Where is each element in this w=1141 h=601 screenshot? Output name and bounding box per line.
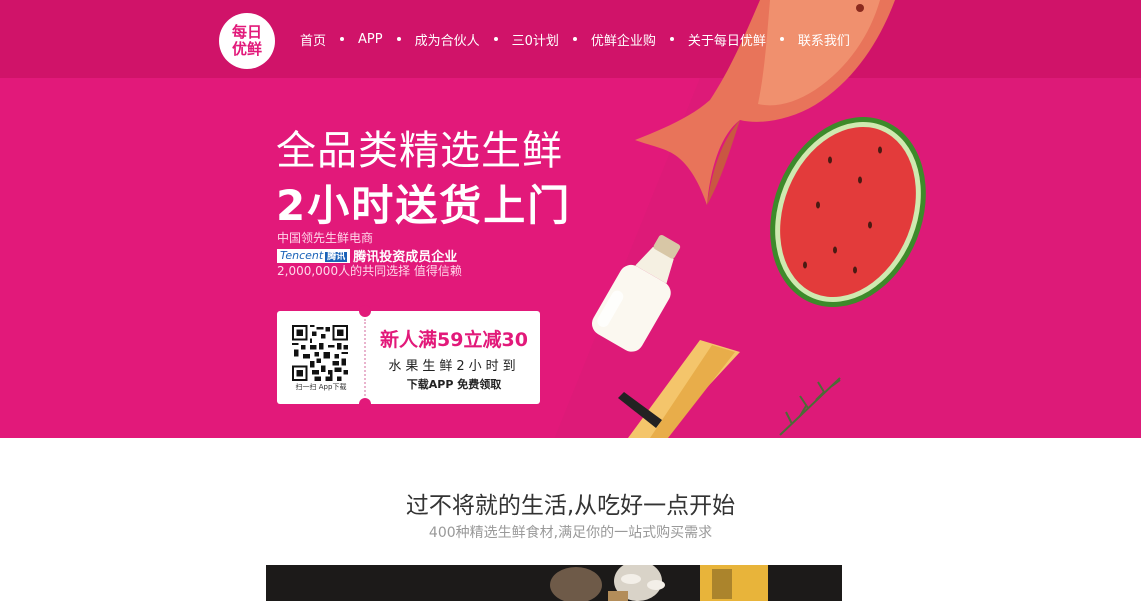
- nav-item-app[interactable]: APP: [358, 32, 383, 47]
- tencent-logo: Tencent 腾讯: [277, 248, 351, 263]
- hero-diagonal-panel: [530, 78, 1141, 438]
- logo-text-line1: 每日: [231, 23, 262, 41]
- download-coupon[interactable]: 扫一扫 App下载 新人满59立减30 水果生鲜2小时到 下载APP 免费领取: [277, 305, 540, 410]
- nav-separator-dot: [669, 37, 674, 41]
- nav-item-home[interactable]: 首页: [300, 30, 326, 49]
- coupon-cta[interactable]: 下载APP 免费领取: [374, 376, 534, 392]
- hero-headline-2: 2小时送货上门: [276, 181, 572, 230]
- nav-separator-dot: [572, 37, 577, 41]
- qr-caption: 扫一扫 App下载: [295, 383, 347, 391]
- nav-separator-dot: [340, 37, 345, 41]
- nav-separator-dot: [779, 37, 784, 41]
- hero-subtitle-3: 2,000,000人的共同选择 值得信赖: [277, 264, 462, 278]
- nav-separator-dot: [396, 37, 401, 41]
- section-title: 过不将就的生活,从吃好一点开始: [405, 493, 736, 519]
- coupon-tagline: 水果生鲜2小时到: [388, 359, 520, 374]
- nav-item-contact[interactable]: 联系我们: [798, 30, 850, 49]
- hero-headline-1: 全品类精选生鲜: [276, 128, 563, 174]
- coupon-notch-top: [359, 305, 371, 317]
- food-photo-image: [266, 565, 842, 601]
- logo-text-line2: 优鲜: [231, 40, 262, 58]
- nav-item-enterprise[interactable]: 优鲜企业购: [591, 30, 656, 49]
- qr-code[interactable]: [292, 325, 348, 381]
- nav-item-about[interactable]: 关于每日优鲜: [688, 30, 766, 49]
- food-photo: [266, 565, 842, 601]
- brand-logo[interactable]: 每日 优鲜: [219, 13, 275, 69]
- nav-item-partner[interactable]: 成为合伙人: [415, 30, 480, 49]
- coupon-perforation: [364, 319, 366, 396]
- hero-subtitle-1: 中国领先生鲜电商: [277, 231, 374, 245]
- hero-banner: 每日 优鲜 首页 APP 成为合伙人 三0计划 优鲜企业购 关于每日优鲜 联系我…: [0, 0, 1141, 438]
- top-nav: 首页 APP 成为合伙人 三0计划 优鲜企业购 关于每日优鲜 联系我们: [300, 30, 850, 49]
- nav-separator-dot: [493, 37, 498, 41]
- coupon-offer: 新人满59立减30: [380, 329, 528, 351]
- section-subtitle: 400种精选生鲜食材,满足你的一站式购买需求: [428, 525, 713, 541]
- tencent-logo-cn: 腾讯: [325, 251, 348, 262]
- nav-item-plan[interactable]: 三0计划: [512, 30, 559, 49]
- tencent-logo-text: Tencent: [280, 248, 324, 262]
- coupon-notch-bottom: [359, 398, 371, 410]
